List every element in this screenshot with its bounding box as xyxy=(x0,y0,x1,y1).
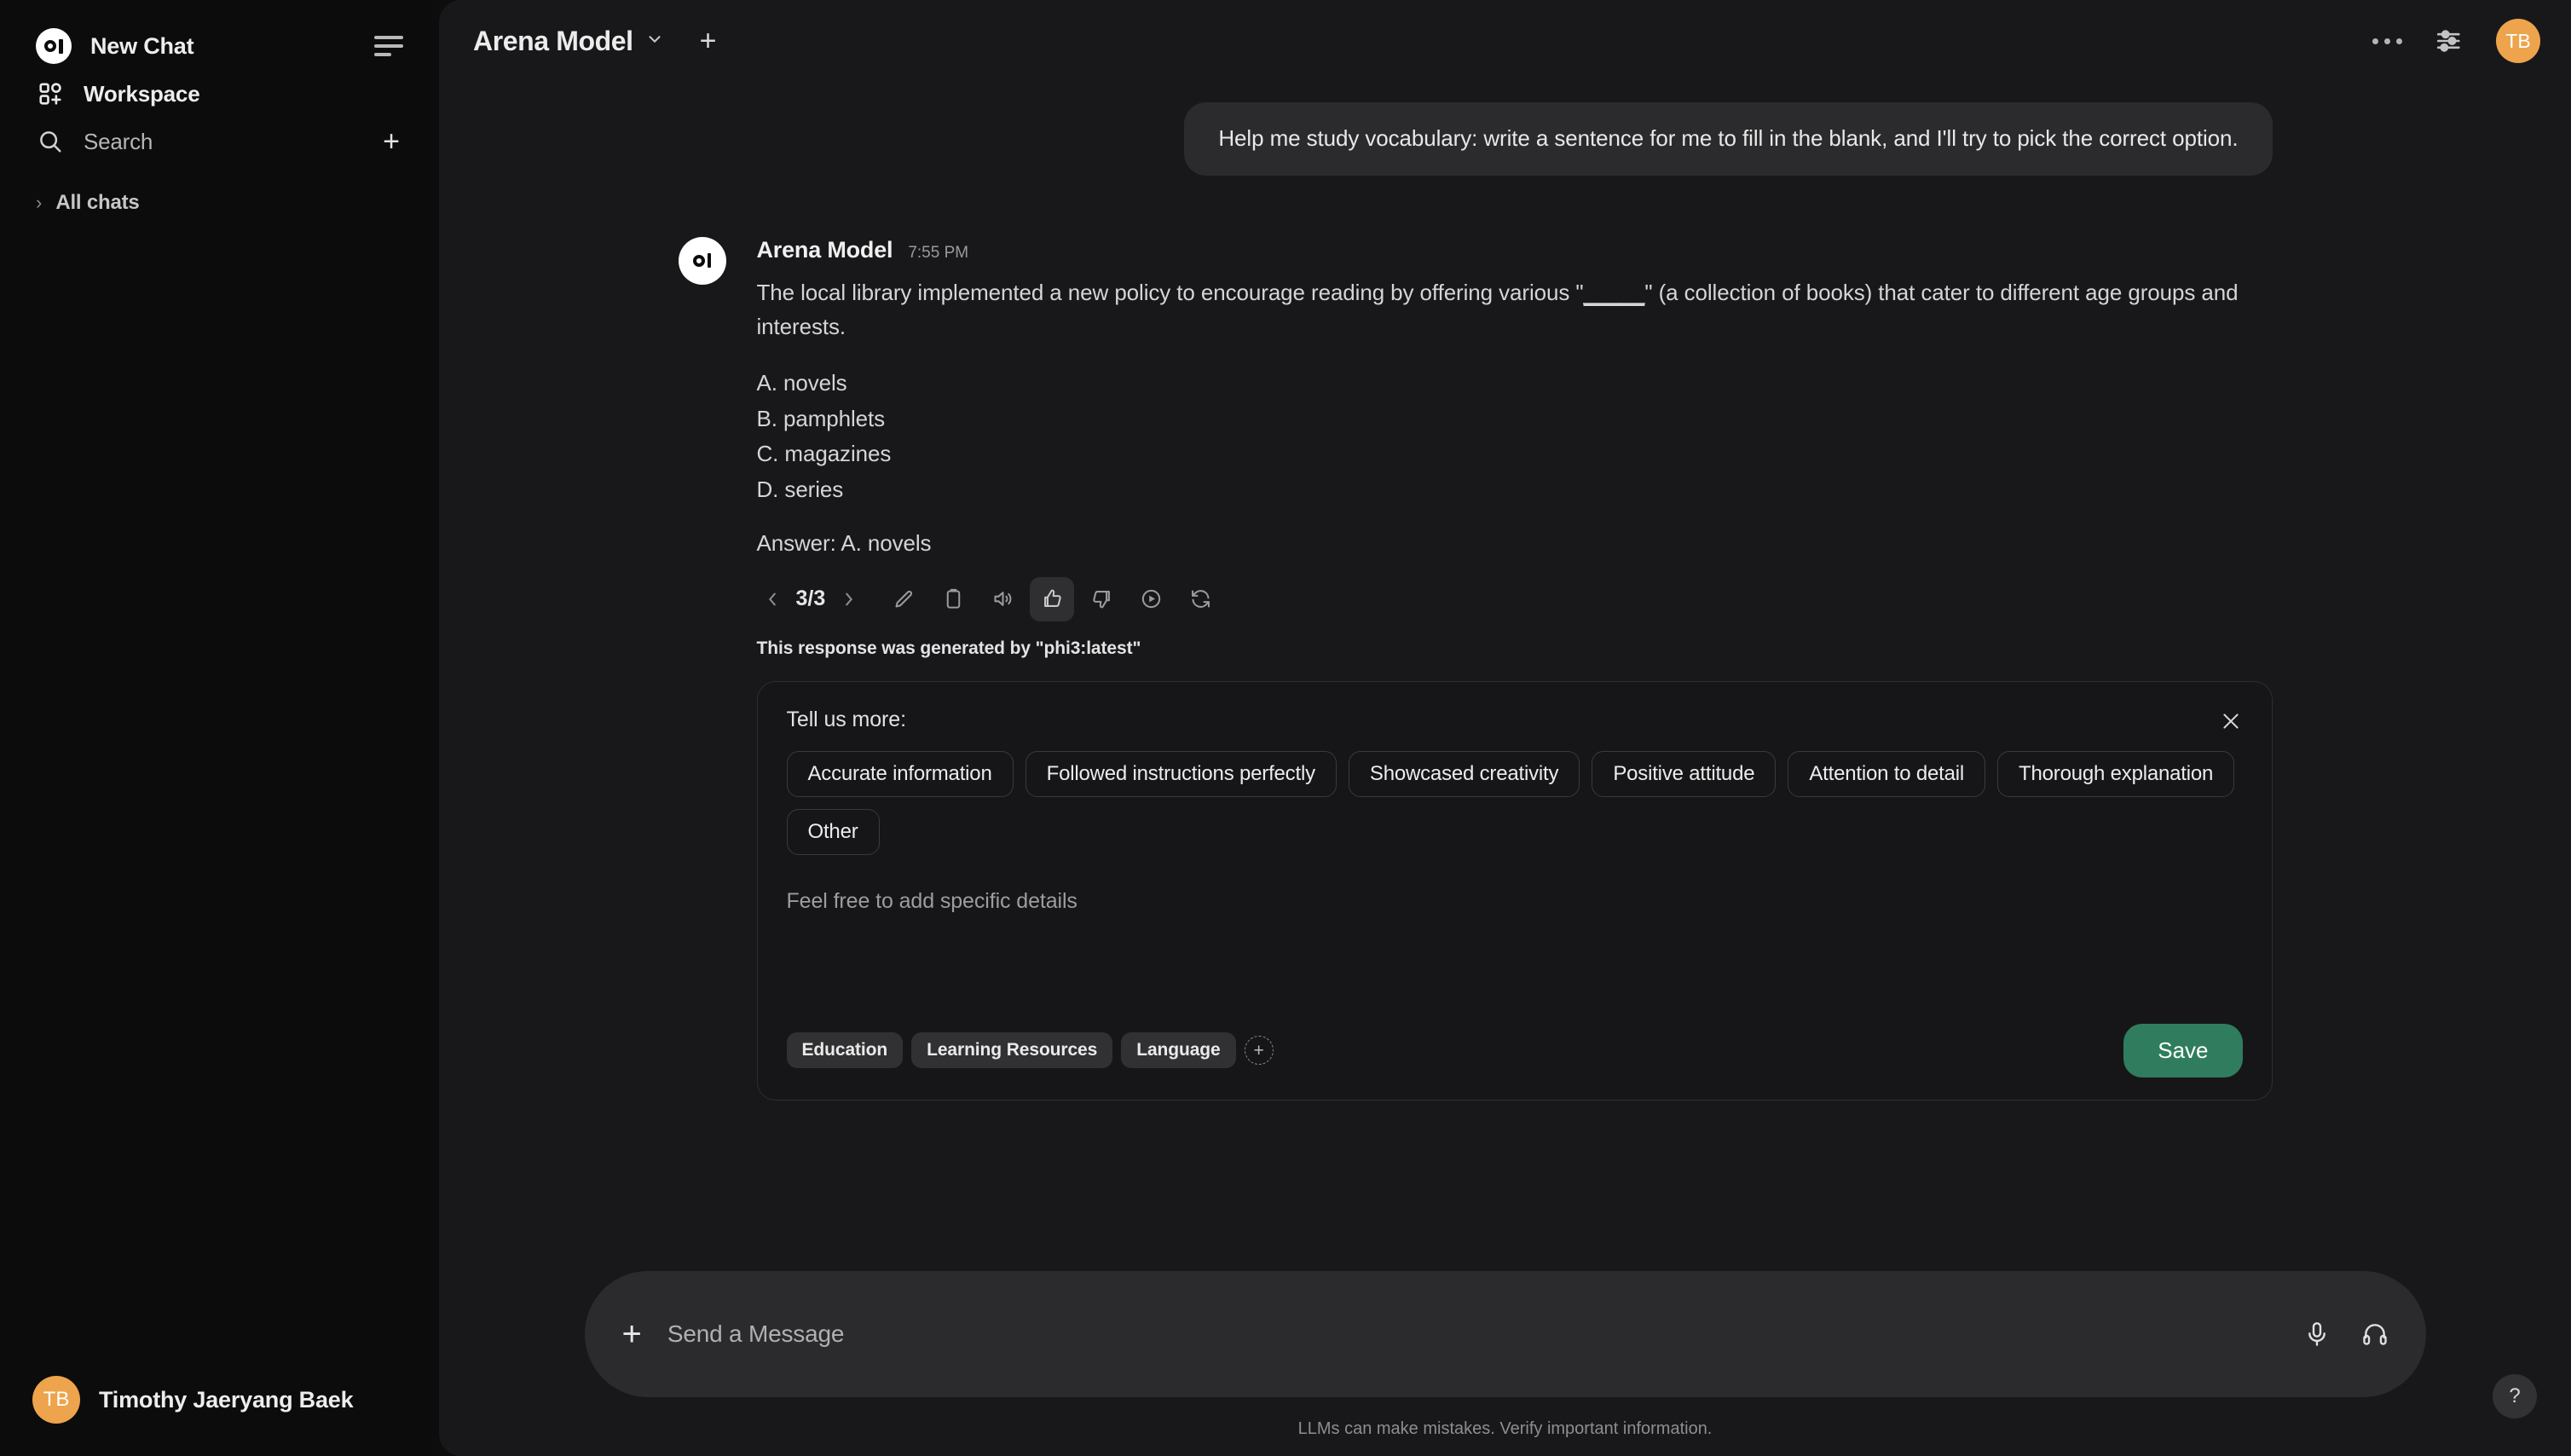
sidebar-search[interactable]: Search + xyxy=(24,118,415,165)
thumbs-down-button[interactable] xyxy=(1079,577,1124,621)
sidebar-new-chat[interactable]: New Chat xyxy=(24,22,415,70)
message-input[interactable]: Send a Message xyxy=(667,1320,2303,1348)
feedback-chip-attention-to-detail[interactable]: Attention to detail xyxy=(1788,751,1985,797)
assistant-header: Arena Model 7:55 PM xyxy=(757,237,2273,263)
close-icon[interactable] xyxy=(2216,706,2246,737)
avatar: TB xyxy=(32,1376,80,1424)
message-composer[interactable]: + Send a Message xyxy=(585,1271,2426,1397)
user-message-row: Help me study vocabulary: write a senten… xyxy=(679,82,2273,176)
microphone-icon[interactable] xyxy=(2303,1320,2331,1348)
list-item: A. novels xyxy=(757,366,2273,402)
sidebar-all-chats[interactable]: › All chats xyxy=(24,184,415,222)
hamburger-menu-icon[interactable] xyxy=(374,36,403,56)
chevron-right-icon: › xyxy=(36,194,42,212)
top-bar-actions: TB xyxy=(2372,19,2540,63)
feedback-reason-chips: Accurate information Followed instructio… xyxy=(787,751,2236,855)
paragraph-pre: The local library implemented a new poli… xyxy=(757,280,1584,305)
attach-plus-icon[interactable]: + xyxy=(622,1317,642,1351)
composer-footnote: LLMs can make mistakes. Verify important… xyxy=(550,1397,2460,1456)
more-horizontal-icon[interactable] xyxy=(2372,38,2402,44)
paragraph-blank: _____ xyxy=(1584,280,1645,305)
openwebui-logo-icon xyxy=(36,28,72,64)
message-timestamp: 7:55 PM xyxy=(908,244,968,263)
tag-language[interactable]: Language xyxy=(1121,1032,1235,1068)
thumbs-up-button[interactable] xyxy=(1030,577,1074,621)
assistant-message-row: Arena Model 7:55 PM The local library im… xyxy=(679,176,2273,1101)
sidebar-new-chat-plus-icon[interactable]: + xyxy=(383,127,403,156)
openwebui-logo-icon xyxy=(679,237,726,285)
edit-message-button[interactable] xyxy=(881,577,926,621)
model-selector[interactable]: Arena Model xyxy=(463,19,674,64)
chat-scroll-area[interactable]: Help me study vocabulary: write a senten… xyxy=(439,82,2571,1271)
tag-learning-resources[interactable]: Learning Resources xyxy=(911,1032,1112,1068)
save-button[interactable]: Save xyxy=(2123,1024,2242,1078)
chevron-left-icon[interactable] xyxy=(757,581,789,618)
feedback-chip-other[interactable]: Other xyxy=(787,809,880,855)
assistant-message-body: Arena Model 7:55 PM The local library im… xyxy=(757,237,2273,1101)
sidebar-user-profile[interactable]: TB Timothy Jaeryang Baek xyxy=(19,1364,420,1436)
sidebar-top: New Chat Workspace xyxy=(0,0,439,165)
composer-icons xyxy=(2303,1320,2389,1348)
search-icon xyxy=(36,127,65,156)
chat-content: Help me study vocabulary: write a senten… xyxy=(568,82,2273,1101)
help-button[interactable]: ? xyxy=(2493,1374,2537,1418)
feedback-title: Tell us more: xyxy=(787,708,2243,732)
page-indicator: 3/3 xyxy=(793,586,829,611)
user-message-bubble: Help me study vocabulary: write a senten… xyxy=(1184,102,2272,176)
chevron-down-icon xyxy=(645,30,664,53)
workspace-grid-icon xyxy=(36,79,65,108)
feedback-panel: Tell us more: Accurate information Follo… xyxy=(757,681,2273,1101)
copy-button[interactable] xyxy=(931,577,975,621)
sliders-icon[interactable] xyxy=(2435,26,2464,55)
sidebar-label-workspace: Workspace xyxy=(84,81,199,107)
new-chat-button[interactable]: + xyxy=(691,21,725,61)
headphones-icon[interactable] xyxy=(2361,1320,2389,1348)
generated-by-label: This response was generated by "phi3:lat… xyxy=(757,638,2273,659)
app-root: New Chat Workspace xyxy=(0,0,2571,1456)
response-pager: 3/3 xyxy=(757,581,865,618)
feedback-footer: Education Learning Resources Language + … xyxy=(787,1024,2243,1078)
list-item: C. magazines xyxy=(757,436,2273,472)
feedback-details-input[interactable]: Feel free to add specific details xyxy=(787,889,2243,1008)
sidebar-item-workspace[interactable]: Workspace xyxy=(24,70,415,118)
sidebar-spacer xyxy=(0,222,439,1364)
all-chats-label: All chats xyxy=(55,191,139,215)
sidebar: New Chat Workspace xyxy=(0,0,439,1456)
search-label: Search xyxy=(84,129,153,155)
answer-line: Answer: A. novels xyxy=(757,530,2273,557)
answer-options-list: A. novels B. pamphlets C. magazines D. s… xyxy=(757,366,2273,507)
assistant-name: Arena Model xyxy=(757,237,893,263)
feedback-chip-positive-attitude[interactable]: Positive attitude xyxy=(1592,751,1776,797)
read-aloud-button[interactable] xyxy=(980,577,1025,621)
feedback-chip-showcased-creativity[interactable]: Showcased creativity xyxy=(1349,751,1580,797)
user-avatar-button[interactable]: TB xyxy=(2496,19,2540,63)
assistant-paragraph: The local library implemented a new poli… xyxy=(757,275,2273,344)
feedback-chip-thorough-explanation[interactable]: Thorough explanation xyxy=(1997,751,2234,797)
list-item: B. pamphlets xyxy=(757,402,2273,437)
feedback-chip-followed-instructions-perfectly[interactable]: Followed instructions perfectly xyxy=(1026,751,1337,797)
regenerate-button[interactable] xyxy=(1178,577,1222,621)
tag-education[interactable]: Education xyxy=(787,1032,904,1068)
list-item: D. series xyxy=(757,472,2273,508)
main-panel: Arena Model + TB xyxy=(439,0,2571,1456)
user-name: Timothy Jaeryang Baek xyxy=(99,1387,353,1413)
add-tag-plus-icon[interactable]: + xyxy=(1245,1036,1274,1065)
feedback-chip-accurate-information[interactable]: Accurate information xyxy=(787,751,1014,797)
feedback-tags: Education Learning Resources Language + xyxy=(787,1032,1274,1068)
chevron-right-icon[interactable] xyxy=(832,581,864,618)
top-bar: Arena Model + TB xyxy=(439,0,2571,82)
composer-area: + Send a Message xyxy=(439,1271,2571,1456)
model-name: Arena Model xyxy=(473,26,633,57)
continue-response-button[interactable] xyxy=(1129,577,1173,621)
message-action-toolbar: 3/3 xyxy=(757,577,2273,621)
new-chat-label: New Chat xyxy=(90,33,355,60)
